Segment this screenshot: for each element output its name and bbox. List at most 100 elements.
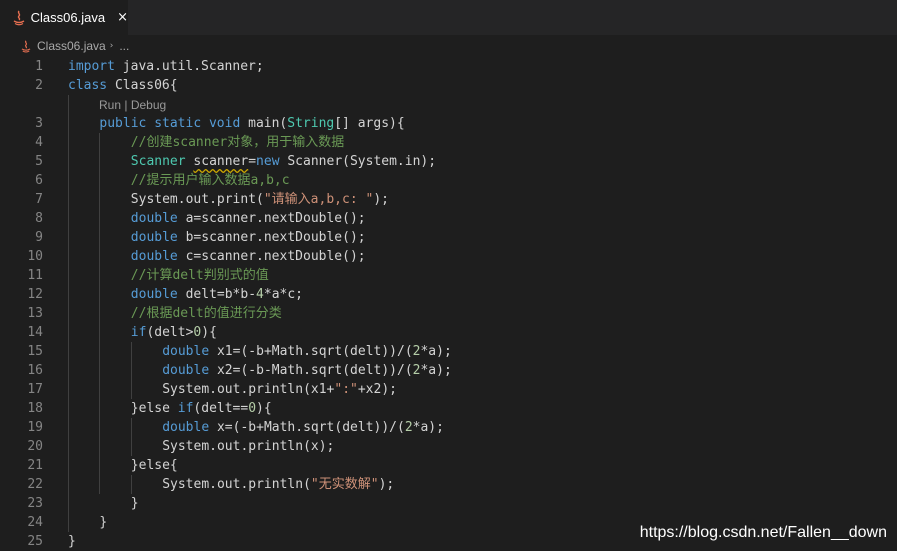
code-editor[interactable]: Run | Debug 1 import java.util.Scanner; 2 c… — [0, 57, 897, 551]
code-line[interactable]: 17 System.out.println(x1+":"+x2); — [0, 380, 897, 399]
code-line[interactable]: 2 class Class06{ — [0, 76, 897, 95]
code-text: System.out.println(x1+":"+x2); — [162, 380, 397, 399]
code-token: //计算delt判别式的值 — [130, 268, 269, 283]
code-token: double — [130, 230, 178, 245]
code-line[interactable]: 12 double delt=b*b-4*a*c; — [0, 285, 897, 304]
code-line[interactable]: 5 Scanner scanner=new Scanner(System.in); — [0, 152, 897, 171]
code-text: System.out.print("请输入a,b,c: "); — [131, 190, 389, 209]
code-token: double — [130, 249, 178, 264]
code-token: x=(-b+Math.sqrt(delt))/( — [209, 420, 405, 435]
code-line[interactable]: 1 import java.util.Scanner; — [0, 57, 897, 76]
code-line[interactable]: 22 System.out.println("无实数解"); — [0, 475, 897, 494]
indent-guide — [99, 133, 101, 494]
debug-codelens[interactable]: Debug — [131, 98, 166, 112]
code-token: x2=(-b-Math.sqrt(delt))/( — [209, 363, 413, 378]
code-token: System.out.println(x1+ — [162, 382, 335, 397]
code-token: void — [208, 116, 241, 131]
code-token: ); — [373, 192, 389, 207]
code-token: System.out.println(x); — [162, 439, 335, 454]
line-number: 20 — [27, 439, 43, 454]
line-number: 21 — [27, 458, 43, 473]
line-number: 19 — [27, 420, 43, 435]
code-line[interactable]: 10 double c=scanner.nextDouble(); — [0, 247, 897, 266]
line-number: 5 — [35, 154, 43, 169]
code-line[interactable]: 19 double x=(-b+Math.sqrt(delt))/(2*a); — [0, 418, 897, 437]
watermark: https://blog.csdn.net/Fallen__down — [639, 524, 887, 541]
code-line[interactable]: 21}else{ — [0, 456, 897, 475]
code-line[interactable]: 7 System.out.print("请输入a,b,c: "); — [0, 190, 897, 209]
code-text: //提示用户输入数据a,b,c — [131, 171, 290, 190]
code-token: String — [287, 116, 335, 131]
indent-guide — [130, 475, 132, 494]
code-token: +x2); — [357, 382, 397, 397]
code-token: = — [248, 154, 257, 169]
line-number: 16 — [27, 363, 43, 378]
code-line[interactable]: 4 //创建scanner对象，用于输入数据 — [0, 133, 897, 152]
code-line[interactable]: 11 //计算delt判别式的值 — [0, 266, 897, 285]
code-text: class Class06{ — [68, 76, 178, 95]
code-token: System.out.print( — [130, 192, 264, 207]
code-token: //创建scanner对象，用于输入数据 — [130, 135, 345, 150]
line-number: 1 — [35, 59, 43, 74]
code-text: double x2=(-b-Math.sqrt(delt))/(2*a); — [162, 361, 452, 380]
code-token: (delt== — [193, 401, 249, 416]
run-codelens[interactable]: Run — [99, 98, 121, 112]
code-token: 0 — [248, 401, 257, 416]
line-number: 25 — [27, 534, 43, 549]
code-text: double x=(-b+Math.sqrt(delt))/(2*a); — [162, 418, 444, 437]
breadcrumb-file[interactable]: Class06.java — [37, 39, 106, 53]
code-line[interactable]: 16 double x2=(-b-Math.sqrt(delt))/(2*a); — [0, 361, 897, 380]
code-token: a=scanner.nextDouble(); — [177, 211, 366, 226]
line-number: 6 — [35, 173, 43, 188]
code-line[interactable]: 8 double a=scanner.nextDouble(); — [0, 209, 897, 228]
code-token: double — [162, 344, 210, 359]
breadcrumb-more[interactable]: ... — [119, 39, 129, 53]
java-file-icon — [20, 39, 32, 53]
line-number: 24 — [27, 515, 43, 530]
code-token: "请输入a,b,c: " — [263, 192, 374, 207]
line-number: 15 — [27, 344, 43, 359]
code-token: double — [130, 211, 178, 226]
line-number: 9 — [35, 230, 43, 245]
code-token: main( — [240, 116, 288, 131]
indent-guide — [130, 418, 132, 456]
code-token: *a); — [412, 420, 444, 435]
code-token: *a); — [420, 363, 452, 378]
code-line[interactable]: 23} — [0, 494, 897, 513]
line-number: 23 — [27, 496, 43, 511]
line-number: 17 — [27, 382, 43, 397]
code-token: c=scanner.nextDouble(); — [177, 249, 366, 264]
code-line[interactable]: 13 //根据delt的值进行分类 — [0, 304, 897, 323]
code-line[interactable]: 20 System.out.println(x); — [0, 437, 897, 456]
code-token: if — [130, 325, 147, 340]
tab-label: Class06.java — [30, 10, 106, 25]
code-line[interactable]: 15 double x1=(-b+Math.sqrt(delt))/(2*a); — [0, 342, 897, 361]
code-text: Scanner scanner=new Scanner(System.in); — [131, 152, 436, 171]
code-token: //根据delt的值进行分类 — [130, 306, 282, 321]
code-text: } — [99, 513, 107, 532]
line-number: 18 — [27, 401, 43, 416]
code-token: Scanner(System.in); — [279, 154, 437, 169]
code-line[interactable]: 18}else if(delt==0){ — [0, 399, 897, 418]
code-token: }else — [130, 401, 178, 416]
line-number: 2 — [35, 78, 43, 93]
code-line[interactable]: 3 public static void main(String[] args){ — [0, 114, 897, 133]
line-number: 10 — [27, 249, 43, 264]
code-token: delt=b*b- — [177, 287, 257, 302]
code-text: //计算delt判别式的值 — [131, 266, 269, 285]
code-line[interactable]: 14 if(delt>0){ — [0, 323, 897, 342]
code-line[interactable]: 9 double b=scanner.nextDouble(); — [0, 228, 897, 247]
code-line[interactable]: 6 //提示用户输入数据a,b,c — [0, 171, 897, 190]
code-text: double b=scanner.nextDouble(); — [131, 228, 366, 247]
code-token: *a); — [420, 344, 452, 359]
line-number: 11 — [27, 268, 43, 283]
line-number: 14 — [27, 325, 43, 340]
indent-guide — [68, 95, 69, 532]
tab-class06-java[interactable]: Class06.java × — [0, 0, 128, 35]
code-token: ){ — [256, 401, 272, 416]
code-text: System.out.println(x); — [162, 437, 334, 456]
close-icon[interactable]: × — [117, 10, 128, 25]
code-token: b=scanner.nextDouble(); — [177, 230, 366, 245]
